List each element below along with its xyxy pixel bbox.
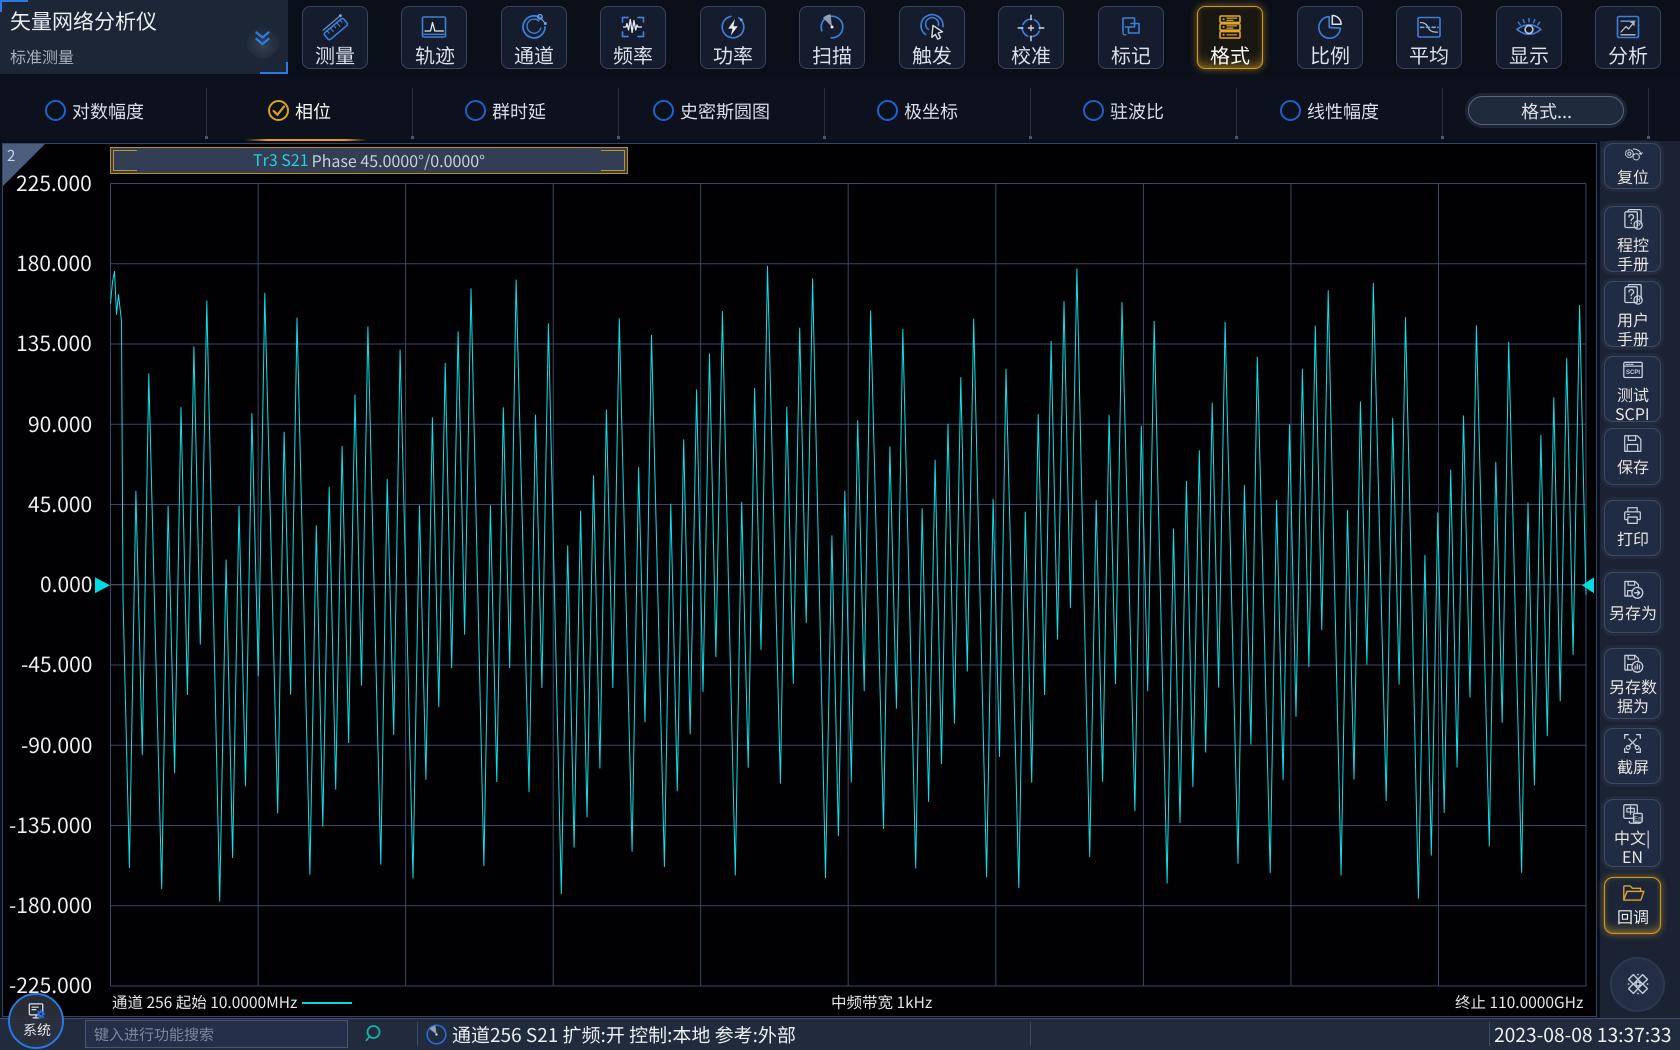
svg-text:P: P — [1636, 223, 1640, 229]
svg-text:H: H — [1636, 298, 1640, 304]
svg-text:En: En — [1634, 816, 1642, 823]
svg-text:SCPI: SCPI — [1626, 370, 1640, 376]
